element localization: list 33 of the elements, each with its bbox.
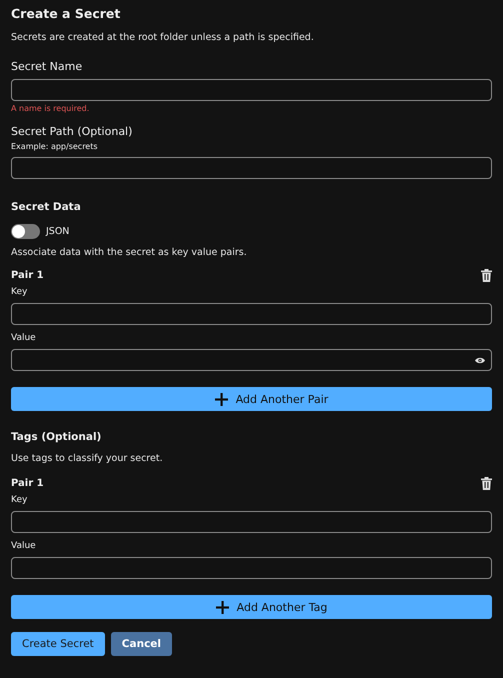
input-field[interactable]: [11, 157, 492, 179]
description: Secrets are created at the root folder unless a path is specified.: [11, 32, 315, 45]
pair-title: Pair 1: [11, 270, 44, 281]
field-label: Value: [11, 541, 37, 553]
trash-icon[interactable]: [481, 269, 492, 282]
description: Use tags to classify your secret.: [11, 453, 164, 466]
field-label: Secret Path (Optional): [11, 125, 134, 140]
toggle-switch[interactable]: [11, 224, 40, 239]
toggle-label: JSON: [46, 226, 70, 237]
pair-title: Pair 1: [11, 478, 44, 489]
trash-icon[interactable]: [481, 477, 492, 490]
add-button[interactable]: Add Another Pair: [11, 387, 492, 411]
cancel-button[interactable]: Cancel: [110, 632, 172, 656]
input-field[interactable]: [11, 349, 492, 371]
add-button[interactable]: Add Another Tag: [11, 595, 492, 619]
page-title: Create a Secret: [11, 6, 122, 23]
error-message: A name is required.: [11, 104, 90, 114]
plus-icon: [214, 392, 228, 406]
field-hint: Example: app/secrets: [11, 142, 99, 153]
eye-icon[interactable]: [475, 356, 485, 364]
field-label: Key: [11, 495, 28, 507]
section-heading: Tags (Optional): [11, 431, 102, 445]
description: Associate data with the secret as key value pairs.: [11, 247, 248, 260]
plus-icon: [216, 600, 229, 614]
input-field[interactable]: [11, 79, 492, 101]
field-label: Key: [11, 287, 28, 299]
section-heading: Secret Data: [11, 201, 82, 215]
field-label: Value: [11, 333, 37, 345]
field-label: Secret Name: [11, 60, 84, 75]
create-button[interactable]: Create Secret: [11, 632, 105, 656]
input-field[interactable]: [11, 511, 492, 533]
input-field[interactable]: [11, 303, 492, 325]
input-field[interactable]: [11, 557, 492, 579]
